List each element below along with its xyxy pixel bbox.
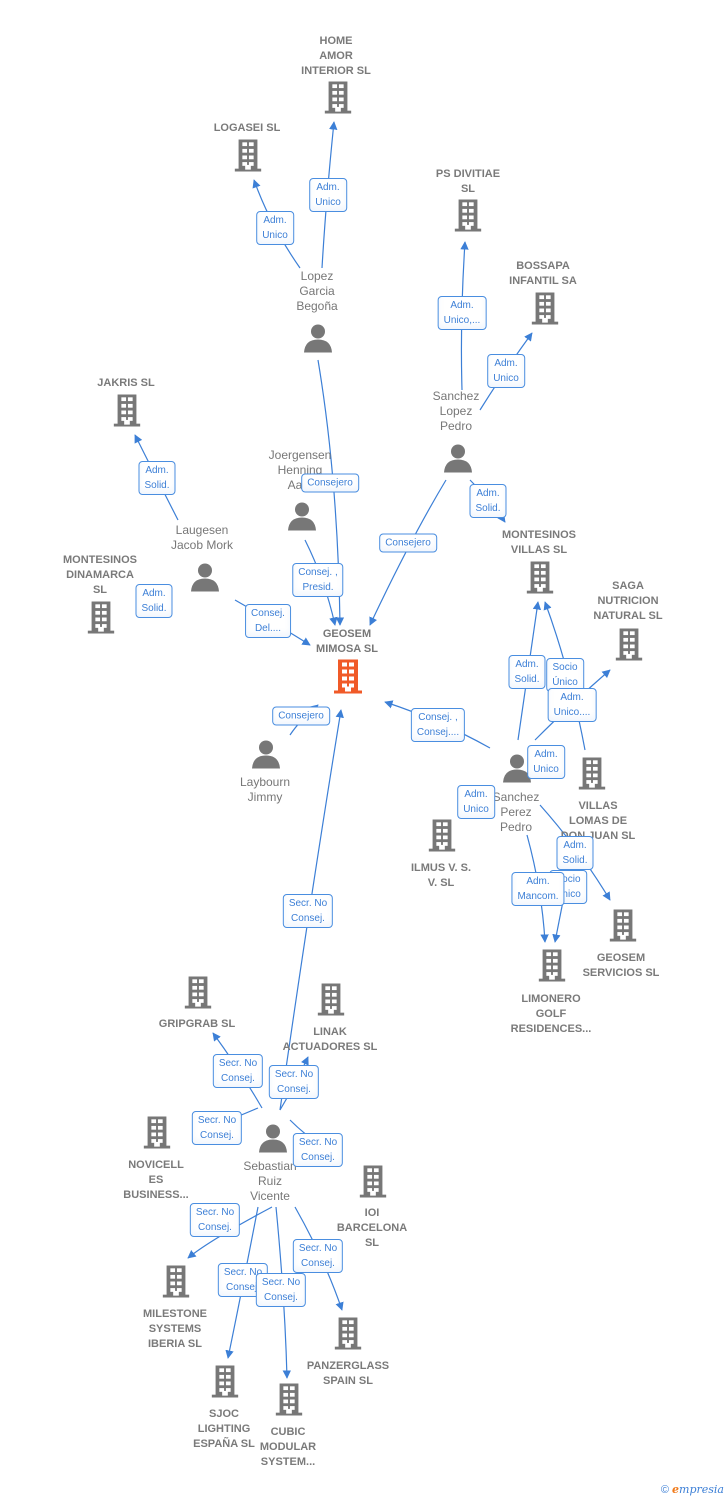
relation-label[interactable]: Consejero xyxy=(379,533,437,553)
building-icon[interactable] xyxy=(143,1116,171,1154)
relation-label[interactable]: Secr. No Consej. xyxy=(292,1239,344,1273)
main-company-label[interactable]: GEOSEM MIMOSA SL xyxy=(287,627,407,657)
relation-label[interactable]: Adm. Solid. xyxy=(508,655,546,689)
relation-label[interactable]: Adm. Unico xyxy=(457,785,495,819)
building-icon[interactable] xyxy=(526,561,554,599)
person-icon[interactable] xyxy=(443,443,473,478)
person-label[interactable]: Laugesen Jacob Mork xyxy=(142,523,262,553)
relation-label[interactable]: Consej. Del.... xyxy=(245,604,291,638)
company-label[interactable]: PANZERGLASS SPAIN SL xyxy=(288,1359,408,1389)
building-icon[interactable] xyxy=(87,601,115,639)
relation-label[interactable]: Consej. , Presid. xyxy=(292,563,344,597)
company-label[interactable]: SAGA NUTRICION NATURAL SL xyxy=(568,579,688,624)
building-icon[interactable] xyxy=(454,199,482,237)
company-label[interactable]: ILMUS V. S. V. SL xyxy=(381,861,501,891)
building-icon[interactable] xyxy=(317,983,345,1021)
relation-label[interactable]: Adm. Unico,... xyxy=(437,296,487,330)
company-label[interactable]: MILESTONE SYSTEMS IBERIA SL xyxy=(115,1307,235,1352)
relation-label[interactable]: Secr. No Consej. xyxy=(268,1065,320,1099)
relation-label[interactable]: Consej. , Consej.... xyxy=(410,708,466,742)
building-icon[interactable] xyxy=(184,976,212,1014)
relation-label[interactable]: Consejero xyxy=(272,706,330,726)
relationship-edge xyxy=(369,479,447,626)
relation-label[interactable]: Adm. Solid. xyxy=(556,836,594,870)
relation-label[interactable]: Secr. No Consej. xyxy=(212,1054,264,1088)
person-icon[interactable] xyxy=(258,1123,288,1158)
relation-label[interactable]: Secr. No Consej. xyxy=(292,1133,344,1167)
relation-label[interactable]: Secr. No Consej. xyxy=(255,1273,307,1307)
relation-label[interactable]: Adm. Unico xyxy=(309,178,347,212)
person-icon[interactable] xyxy=(287,501,317,536)
brand-logo-initial: e xyxy=(672,1483,680,1496)
company-label[interactable]: NOVICELL ES BUSINESS... xyxy=(96,1158,216,1203)
building-icon[interactable] xyxy=(234,139,262,177)
company-label[interactable]: LIMONERO GOLF RESIDENCES... xyxy=(491,992,611,1037)
person-icon[interactable] xyxy=(303,323,333,358)
relation-label[interactable]: Secr. No Consej. xyxy=(282,894,334,928)
person-icon[interactable] xyxy=(251,739,281,774)
footer-brand: © empresia xyxy=(661,1483,724,1496)
building-icon[interactable] xyxy=(162,1265,190,1303)
relation-label[interactable]: Consejero xyxy=(301,473,359,493)
company-label[interactable]: CUBIC MODULAR SYSTEM... xyxy=(228,1425,348,1470)
relation-label[interactable]: Secr. No Consej. xyxy=(189,1203,241,1237)
person-label[interactable]: Laybourn Jimmy xyxy=(205,775,325,805)
company-label[interactable]: LINAK ACTUADORES SL xyxy=(270,1025,390,1055)
relation-label[interactable]: Adm. Solid. xyxy=(469,484,507,518)
copyright-symbol: © xyxy=(660,1484,669,1496)
building-icon[interactable] xyxy=(531,292,559,330)
building-icon[interactable] xyxy=(538,949,566,987)
company-label[interactable]: JAKRIS SL xyxy=(66,376,186,391)
relation-label[interactable]: Socio Único xyxy=(546,658,584,692)
relation-label[interactable]: Adm. Unico xyxy=(487,354,525,388)
building-icon[interactable] xyxy=(334,1317,362,1355)
relationship-edges xyxy=(134,121,611,1379)
relation-label[interactable]: Secr. No Consej. xyxy=(191,1111,243,1145)
relation-label[interactable]: Adm. Unico.... xyxy=(547,688,597,722)
person-label[interactable]: Sanchez Lopez Pedro xyxy=(396,389,516,434)
company-label[interactable]: HOME AMOR INTERIOR SL xyxy=(276,34,396,79)
building-icon[interactable] xyxy=(428,819,456,857)
building-icon[interactable] xyxy=(359,1165,387,1203)
building-icon[interactable] xyxy=(275,1383,303,1421)
relation-label[interactable]: Adm. Unico xyxy=(527,745,565,779)
person-label[interactable]: Lopez Garcia Begoña xyxy=(257,269,377,314)
company-label[interactable]: LOGASEI SL xyxy=(187,121,307,136)
building-icon[interactable] xyxy=(615,628,643,666)
building-icon[interactable] xyxy=(333,659,363,699)
company-label[interactable]: GEOSEM SERVICIOS SL xyxy=(561,951,681,981)
building-icon[interactable] xyxy=(113,394,141,432)
building-icon[interactable] xyxy=(578,757,606,795)
company-label[interactable]: GRIPGRAB SL xyxy=(137,1017,257,1032)
relation-label[interactable]: Adm. Mancom. xyxy=(511,872,565,906)
building-icon[interactable] xyxy=(211,1365,239,1403)
company-label[interactable]: PS DIVITIAE SL xyxy=(408,167,528,197)
building-icon[interactable] xyxy=(609,909,637,947)
relation-label[interactable]: Adm. Solid. xyxy=(135,584,173,618)
person-icon[interactable] xyxy=(190,562,220,597)
building-icon[interactable] xyxy=(324,81,352,119)
company-label[interactable]: BOSSAPA INFANTIL SA xyxy=(483,259,603,289)
brand-logo-text: mpresia xyxy=(679,1483,724,1496)
relation-label[interactable]: Adm. Solid. xyxy=(138,461,176,495)
relation-label[interactable]: Adm. Unico xyxy=(256,211,294,245)
company-label[interactable]: MONTESINOS VILLAS SL xyxy=(479,528,599,558)
